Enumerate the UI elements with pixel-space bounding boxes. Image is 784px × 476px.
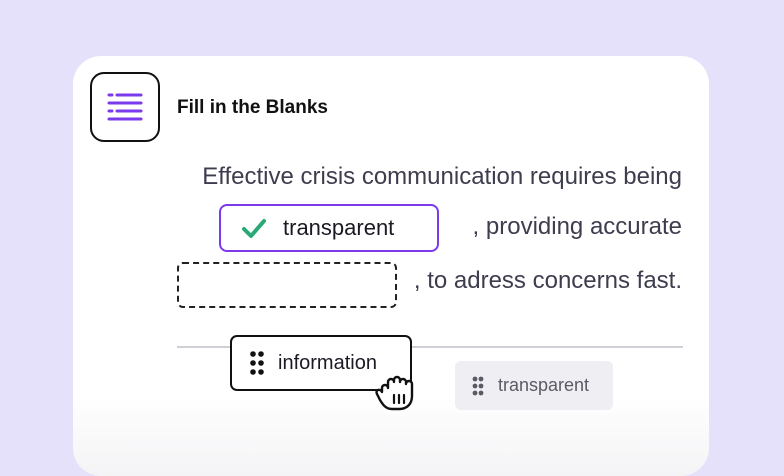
drag-handle-icon: [250, 351, 264, 375]
checkmark-icon: [242, 219, 266, 238]
sentence-line-2: , providing accurate: [472, 213, 682, 240]
word-chip-label: transparent: [498, 375, 590, 395]
sentence-line-1: Effective crisis communication requires …: [202, 163, 682, 190]
blank-1-answer: transparent: [283, 215, 395, 240]
drag-handle-icon: [472, 376, 484, 395]
word-chip-transparent[interactable]: transparent: [455, 361, 613, 410]
word-chip-label: information: [278, 351, 377, 374]
blank-2-empty-dropzone[interactable]: [177, 262, 397, 308]
grab-hand-cursor-icon: [375, 375, 414, 411]
list-lines-icon: [107, 93, 143, 121]
sentence-line-3: , to adress concerns fast.: [413, 267, 682, 294]
blank-1-filled[interactable]: transparent: [219, 204, 439, 252]
app-icon-badge: [90, 72, 160, 142]
exercise-title: Fill in the Blanks: [177, 97, 328, 118]
